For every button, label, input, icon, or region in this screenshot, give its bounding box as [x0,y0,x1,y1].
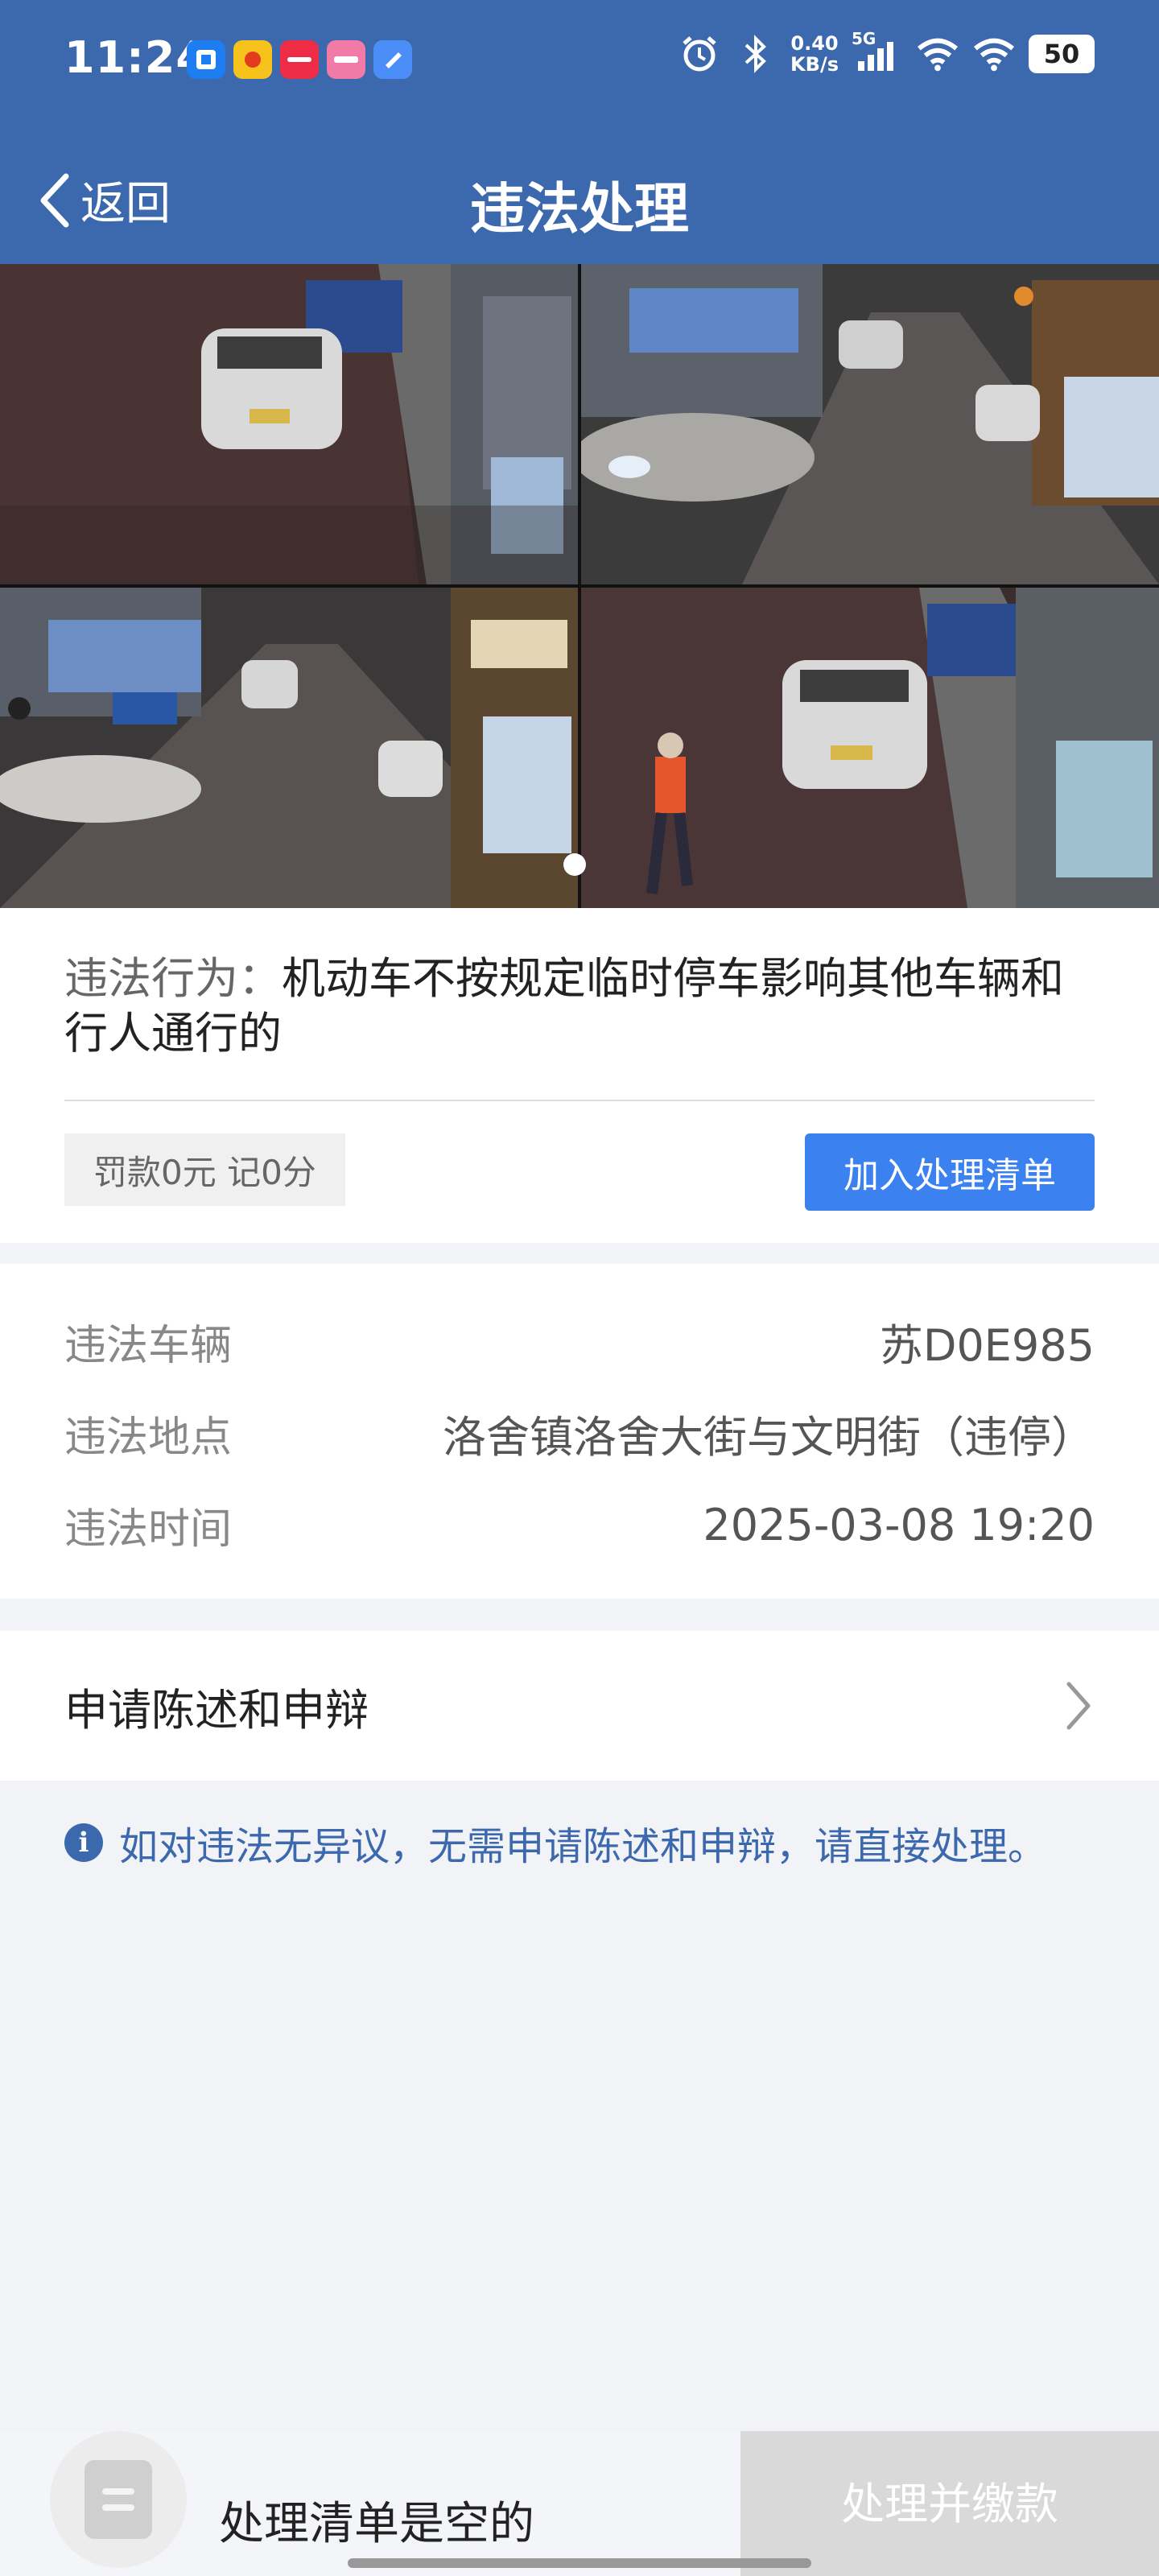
appeal-row[interactable]: 申请陈述和申辩 [0,1631,1159,1781]
detail-row-vehicle: 违法车辆 苏D0E985 [64,1309,1095,1373]
status-bar: 11:24 0.40 KB/s 5G 50 [0,0,1159,121]
violation-behavior: 违法行为：机动车不按规定临时停车影响其他车辆和行人通行的 [64,952,1095,1061]
net-speed-unit: KB/s [790,53,839,76]
header: 11:24 0.40 KB/s 5G 50 返回 违法处理 [0,0,1159,264]
divider [64,1100,1095,1101]
bottom-bar: 处理清单是空的 处理并缴款 [0,2431,1159,2576]
status-icons: 0.40 KB/s 5G 50 [678,29,1095,76]
violation-photo-2 [581,264,1159,584]
carousel-indicator-dot [563,853,586,876]
nav-bar: 返回 违法处理 [0,153,1159,242]
app-icon-2 [233,40,272,79]
appeal-label: 申请陈述和申辩 [64,1684,369,1736]
location-value: 洛舍镇洛舍大街与文明街（违停） [443,1411,1095,1463]
vehicle-value: 苏D0E985 [879,1319,1095,1371]
violation-photo-3 [0,588,578,908]
process-and-pay-button[interactable]: 处理并缴款 [740,2431,1159,2576]
location-label: 违法地点 [64,1413,233,1462]
app-icon-5 [373,40,412,79]
violation-behavior-label: 违法行为： [64,953,282,1004]
chevron-right-icon [1066,1682,1091,1730]
wifi-icon-2 [972,32,1016,76]
detail-row-time: 违法时间 2025-03-08 19:20 [64,1492,1095,1557]
info-tip: i 如对违法无异议，无需申请陈述和申辩，请直接处理。 [64,1814,1046,1871]
app-icon-3 [280,40,319,79]
battery-indicator: 50 [1029,35,1095,73]
app-icon-4 [327,40,365,79]
add-to-list-button[interactable]: 加入处理清单 [805,1133,1095,1211]
vehicle-label: 违法车辆 [64,1321,233,1370]
wifi-icon [916,32,959,76]
tip-text: 如对违法无异议，无需申请陈述和申辩，请直接处理。 [119,1824,1047,1869]
net-speed-value: 0.40 [790,32,839,55]
violation-photo-1 [0,264,578,584]
network-type: 5G [852,29,876,48]
violation-photo-4 [581,588,1159,908]
list-icon-inner [85,2460,152,2539]
violation-card: 违法行为：机动车不按规定临时停车影响其他车辆和行人通行的 罚款0元 记0分 加入… [0,908,1159,1243]
time-label: 违法时间 [64,1505,233,1554]
alarm-icon [678,32,721,76]
violation-photo-carousel[interactable] [0,264,1159,908]
bluetooth-icon [734,32,777,76]
home-indicator [348,2558,811,2568]
notification-app-icons [187,40,412,79]
violation-details: 违法车辆 苏D0E985 违法地点 洛舍镇洛舍大街与文明街（违停） 违法时间 2… [0,1264,1159,1599]
fine-badge: 罚款0元 记0分 [64,1133,345,1206]
page-title: 违法处理 [469,178,689,242]
net-speed: 0.40 KB/s [790,33,839,75]
info-icon: i [64,1823,103,1862]
cellular-signal-icon: 5G [852,29,903,76]
time-value: 2025-03-08 19:20 [703,1499,1095,1550]
empty-list-text: 处理清单是空的 [219,2498,534,2550]
app-icon-1 [187,40,225,79]
detail-row-location: 违法地点 洛舍镇洛舍大街与文明街（违停） [64,1401,1095,1465]
status-time: 11:24 [64,32,207,83]
list-icon[interactable] [50,2431,187,2568]
